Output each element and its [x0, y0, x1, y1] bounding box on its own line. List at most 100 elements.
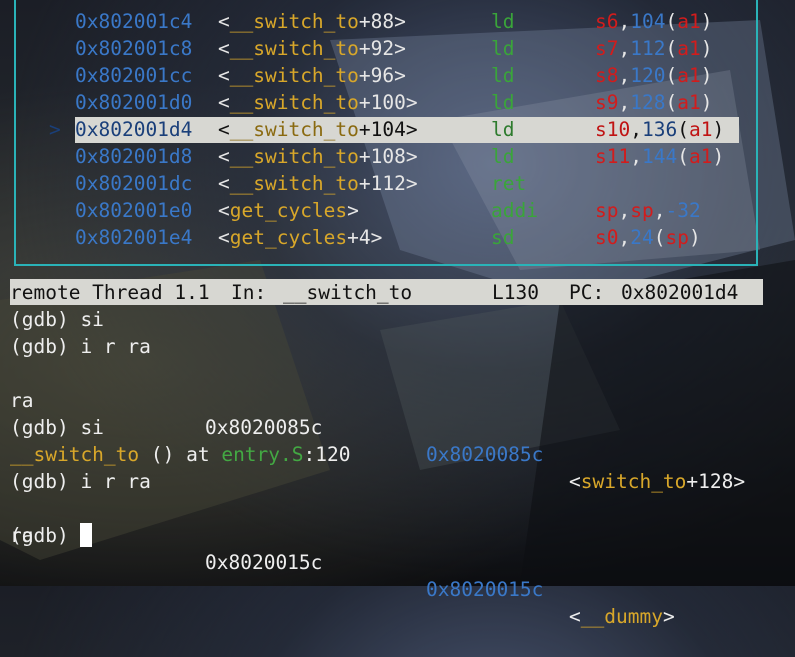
operand-offset: 128	[630, 91, 666, 114]
operand-base: a1	[688, 145, 713, 168]
instruction-address: 0x802001c8	[75, 37, 193, 60]
instruction-address: 0x802001c4	[75, 10, 193, 33]
symbol-name: __switch_to	[229, 64, 359, 87]
console-register-output: ra 0x8020015c 0x8020015c <__dummy>	[10, 495, 790, 628]
instruction-address: 0x802001cc	[75, 64, 193, 87]
operands: sp,sp,-32	[595, 199, 701, 222]
operand-base: a1	[677, 64, 701, 87]
status-in-label: In:	[231, 281, 267, 304]
console-line: (gdb) i r ra	[10, 335, 151, 358]
text-cursor[interactable]	[80, 523, 93, 547]
symbol-open: <	[218, 91, 230, 114]
operand-offset: 104	[630, 10, 666, 33]
symbol-open: <	[218, 226, 230, 249]
operand-register: s9	[595, 91, 619, 114]
symbol-name: __switch_to	[229, 118, 359, 141]
opcode: ld	[491, 10, 515, 33]
console-register-output: ra 0x8020085c 0x8020085c <switch_to+128>	[10, 360, 790, 493]
register-symbol: __dummy	[580, 605, 663, 628]
symbol-open: <	[218, 118, 230, 141]
operand-offset: 136	[641, 118, 678, 141]
register-name: ra	[10, 389, 34, 412]
instruction-address: 0x802001e0	[75, 199, 193, 222]
symbol-offset: +88>	[358, 10, 406, 33]
console-line: (gdb) i r ra	[10, 470, 151, 493]
symbol-name: get_cycles	[229, 226, 348, 249]
disasm-row[interactable]: 0x802001c4 <__switch_to+88> ld s6,104(a1)	[0, 8, 760, 35]
location-function: __switch_to	[10, 443, 140, 466]
symbol-name: __switch_to	[229, 145, 359, 168]
opcode: ld	[491, 64, 515, 87]
operand-offset: 24	[630, 226, 654, 249]
opcode: ld	[491, 91, 515, 114]
register-hex-value: 0x8020085c	[205, 416, 323, 439]
operand-register: s6	[595, 10, 619, 33]
status-function: __switch_to	[283, 281, 413, 304]
opcode: sd	[491, 226, 515, 249]
symbol-open: <	[569, 470, 581, 493]
status-mode: remote Thread 1.1	[10, 281, 210, 304]
disasm-row[interactable]: 0x802001d0 <__switch_to+100> ld s9,128(a1)	[0, 89, 760, 116]
symbol-name: __switch_to	[229, 91, 359, 114]
operand-base: a1	[677, 91, 701, 114]
symbol-offset: +96>	[358, 64, 406, 87]
symbol-open: <	[218, 172, 230, 195]
disasm-row[interactable]: 0x802001e4 <get_cycles+4> sd s0,24(sp)	[0, 224, 760, 251]
operand-base: a1	[677, 10, 701, 33]
symbol-offset: +112>	[358, 172, 418, 195]
disasm-row[interactable]: 0x802001dc <__switch_to+112> ret	[0, 170, 760, 197]
symbol-offset: +4>	[347, 226, 383, 249]
operand-base: a1	[677, 37, 701, 60]
operand-register: s8	[595, 64, 619, 87]
gdb-prompt: (gdb)	[10, 524, 69, 547]
instruction-address: 0x802001e4	[75, 226, 193, 249]
operand-offset: 112	[630, 37, 666, 60]
status-bar: remote Thread 1.1 In: __switch_to L130 P…	[10, 279, 763, 305]
operand-offset: 144	[641, 145, 678, 168]
instruction-address: 0x802001d8	[75, 145, 193, 168]
operand-register: s10	[595, 118, 631, 141]
console-location-line: __switch_to () at entry.S:120	[10, 441, 350, 468]
symbol-offset: +100>	[358, 91, 418, 114]
register-address: 0x8020015c	[426, 578, 544, 601]
operand-register: s0	[595, 226, 619, 249]
current-pc-marker: >	[49, 118, 61, 141]
symbol-open: <	[218, 199, 230, 222]
opcode: addi	[491, 199, 538, 222]
symbol-name: get_cycles	[229, 199, 348, 222]
location-line: :120	[303, 443, 351, 466]
disasm-row[interactable]: 0x802001cc <__switch_to+96> ld s8,120(a1)	[0, 62, 760, 89]
operand-register: s11	[595, 145, 631, 168]
symbol-offset: +128>	[686, 470, 746, 493]
symbol-offset: +104>	[358, 118, 418, 141]
status-line: L130	[492, 281, 539, 304]
disasm-row-current[interactable]: >0x802001d4 <__switch_to+104> ld s10,136(a1…	[0, 116, 760, 143]
symbol-close: >	[662, 605, 675, 628]
symbol-open: <	[218, 37, 230, 60]
symbol-name: __switch_to	[229, 172, 359, 195]
console-line: (gdb) si	[10, 416, 104, 439]
disasm-row[interactable]: 0x802001c8 <__switch_to+92> ld s7,112(a1)	[0, 35, 760, 62]
register-hex-value: 0x8020015c	[205, 551, 323, 574]
console-prompt-line[interactable]: (gdb)	[10, 522, 93, 549]
symbol-offset: +92>	[358, 37, 406, 60]
instruction-address: 0x802001d4	[75, 118, 193, 141]
operand-base: sp	[665, 226, 689, 249]
symbol-offset: >	[347, 199, 359, 222]
symbol-open: <	[218, 145, 230, 168]
disasm-row[interactable]: 0x802001e0 <get_cycles> addi sp,sp,-32	[0, 197, 760, 224]
symbol-open: <	[218, 10, 230, 33]
symbol-open: <	[569, 605, 581, 628]
location-mid: () at	[139, 443, 222, 466]
opcode: ld	[491, 37, 515, 60]
disasm-row[interactable]: 0x802001d8 <__switch_to+108> ld s11,144(a1)	[0, 143, 760, 170]
register-address: 0x8020085c	[426, 443, 544, 466]
instruction-address: 0x802001dc	[75, 172, 193, 195]
opcode: ld	[491, 118, 515, 141]
symbol-name: __switch_to	[229, 10, 359, 33]
opcode: ld	[491, 145, 515, 168]
console-line: (gdb) si	[10, 308, 104, 331]
location-file: entry.S	[221, 443, 304, 466]
operand-offset: 120	[630, 64, 666, 87]
opcode: ret	[491, 172, 527, 195]
